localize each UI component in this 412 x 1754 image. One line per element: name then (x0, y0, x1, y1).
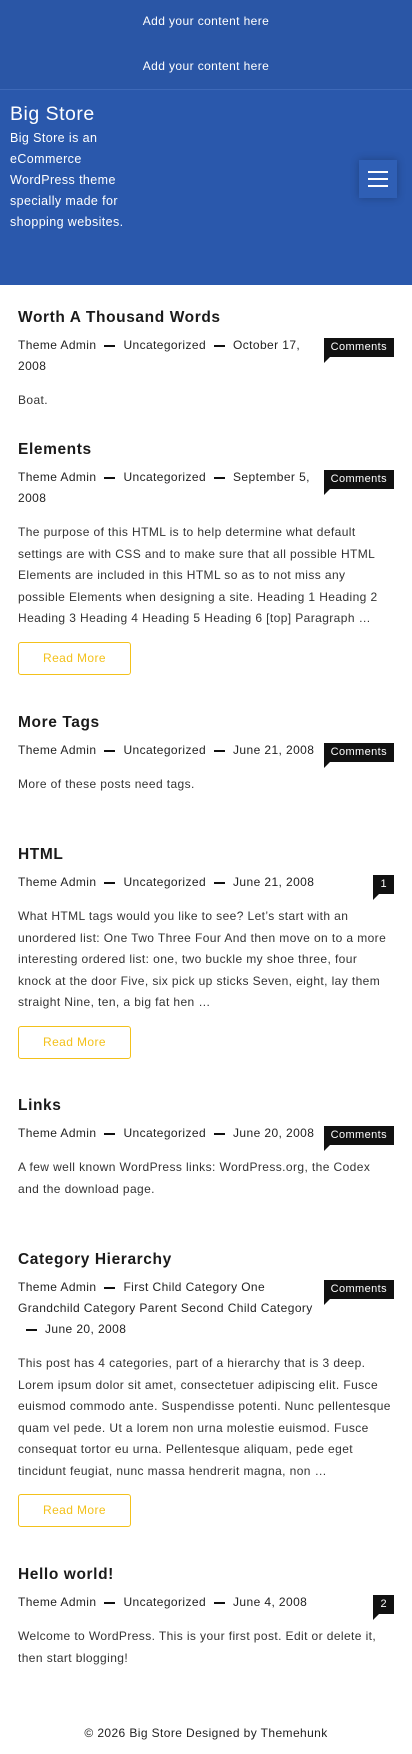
post-meta: Theme Admin Uncategorized June 4, 2008 (18, 1592, 348, 1613)
post-article: Category Hierarchy Theme Admin First Chil… (18, 1251, 394, 1527)
post-meta: Theme Admin First Child Category One Gran… (18, 1277, 318, 1340)
post-title[interactable]: Hello world! (18, 1566, 394, 1584)
post-article: Hello world! Theme Admin Uncategorized Jun… (18, 1566, 394, 1669)
site-title[interactable]: Big Store (10, 103, 95, 126)
meta-separator (214, 476, 226, 479)
post-excerpt: The purpose of this HTML is to help dete… (18, 525, 378, 625)
post-title[interactable]: Links (18, 1097, 394, 1115)
post-meta: Theme Admin Uncategorized October 17, 2008 (18, 335, 318, 377)
post-article: Elements Theme Admin Uncategorized Septemb… (18, 441, 394, 675)
post-meta: Theme Admin Uncategorized September 5, 200… (18, 467, 318, 509)
post-date[interactable]: June 20, 2008 (233, 1126, 314, 1140)
read-more-button[interactable]: Read More (18, 641, 131, 675)
comments-count[interactable]: 1 (373, 875, 394, 900)
post-article: More Tags Theme Admin Uncategorized June 2… (18, 714, 394, 796)
comments-count[interactable]: 2 (373, 1595, 394, 1620)
post-date[interactable]: June 21, 2008 (233, 743, 314, 757)
meta-separator (104, 1132, 116, 1135)
read-more-button[interactable]: Read More (18, 1494, 131, 1527)
meta-separator (214, 749, 226, 752)
comments-link[interactable]: Comments (323, 338, 394, 363)
post-title[interactable]: More Tags (18, 714, 394, 732)
meta-separator (104, 749, 116, 752)
post-excerpt: Welcome to WordPress. This is your first… (18, 1629, 377, 1665)
meta-separator (214, 1601, 226, 1604)
post-category[interactable]: Uncategorized (123, 1595, 206, 1609)
site-description: Big Store is an eCommerce WordPress them… (10, 131, 124, 229)
post-excerpt: A few well known WordPress links: WordPr… (18, 1160, 371, 1196)
post-meta: Theme Admin Uncategorized June 21, 2008 (18, 740, 318, 761)
meta-separator (104, 344, 116, 347)
meta-separator (214, 1132, 226, 1135)
meta-separator (104, 1286, 116, 1289)
comments-link[interactable]: Comments (323, 1126, 394, 1151)
post-category[interactable]: Uncategorized (123, 875, 206, 889)
post-date[interactable]: June 20, 2008 (45, 1322, 126, 1336)
footer-copyright: © 2026 Big Store Designed by Themehunk (84, 1726, 328, 1740)
meta-separator (26, 1328, 37, 1331)
post-category[interactable]: Uncategorized (123, 743, 206, 757)
post-article: Worth A Thousand Words Theme Admin Uncate… (18, 309, 394, 412)
comments-link[interactable]: Comments (323, 1280, 394, 1305)
top-header-bar: Add your content here Add your content h… (0, 0, 412, 90)
meta-separator (104, 881, 116, 884)
post-article: Links Theme Admin Uncategorized June 20, 2… (18, 1097, 394, 1200)
top-header-content-1: Add your content here (142, 14, 270, 28)
post-title[interactable]: Worth A Thousand Words (18, 309, 394, 327)
post-excerpt: Boat. (18, 393, 49, 407)
post-title[interactable]: Category Hierarchy (18, 1251, 394, 1269)
meta-separator (104, 476, 116, 479)
post-excerpt: More of these posts need tags. (18, 777, 195, 791)
post-author[interactable]: Theme Admin (18, 1126, 96, 1140)
site-header: Big Store Big Store is an eCommerce Word… (0, 90, 412, 285)
post-date[interactable]: June 21, 2008 (233, 875, 314, 889)
post-author[interactable]: Theme Admin (18, 875, 96, 889)
meta-separator (104, 1601, 116, 1604)
post-author[interactable]: Theme Admin (18, 1595, 96, 1609)
comments-link[interactable]: Comments (323, 743, 394, 768)
post-title[interactable]: Elements (18, 441, 394, 459)
post-date[interactable]: June 4, 2008 (233, 1595, 307, 1609)
post-category[interactable]: Uncategorized (123, 338, 206, 352)
post-excerpt: This post has 4 categories, part of a hi… (18, 1356, 391, 1478)
post-author[interactable]: Theme Admin (18, 470, 96, 484)
post-author[interactable]: Theme Admin (18, 1280, 96, 1294)
comments-link[interactable]: Comments (323, 470, 394, 495)
post-excerpt: What HTML tags would you like to see? Le… (18, 909, 387, 1009)
post-meta: Theme Admin Uncategorized June 20, 2008 (18, 1123, 318, 1144)
meta-separator (214, 881, 226, 884)
post-author[interactable]: Theme Admin (18, 338, 96, 352)
post-category[interactable]: Uncategorized (123, 1126, 206, 1140)
post-author[interactable]: Theme Admin (18, 743, 96, 757)
post-title[interactable]: HTML (18, 846, 394, 864)
meta-separator (214, 344, 226, 347)
post-category[interactable]: Uncategorized (123, 470, 206, 484)
top-header-content-2: Add your content here (142, 59, 270, 73)
post-article: HTML Theme Admin Uncategorized June 21, 20… (18, 846, 394, 1059)
read-more-button[interactable]: Read More (18, 1025, 131, 1059)
hamburger-menu-icon[interactable] (359, 160, 397, 198)
post-meta: Theme Admin Uncategorized June 21, 2008 (18, 872, 318, 893)
